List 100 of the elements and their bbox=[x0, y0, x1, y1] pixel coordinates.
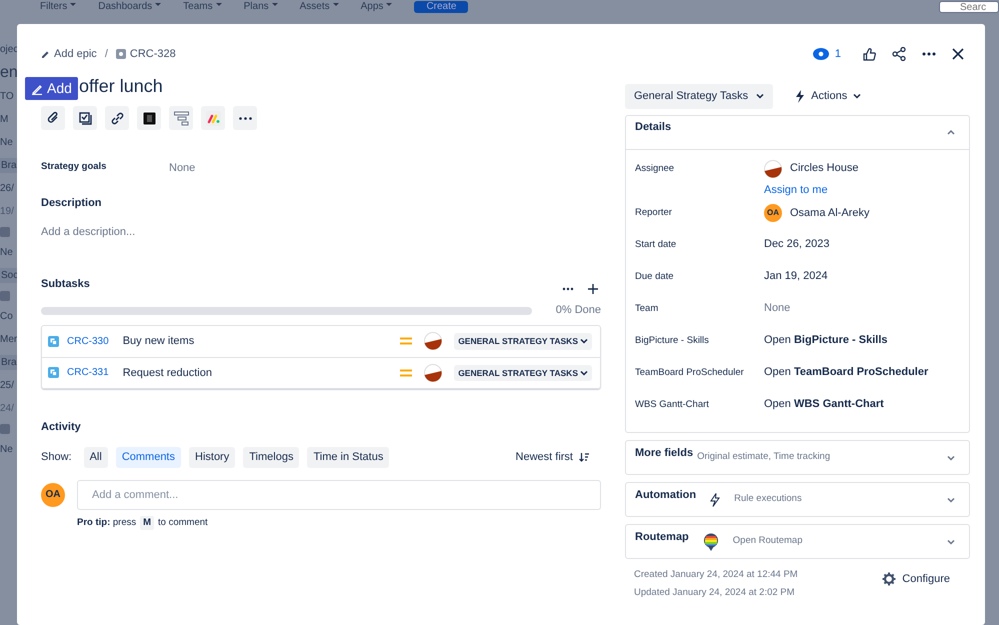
panel-hint: Original estimate, Time tracking bbox=[697, 450, 830, 464]
panel-hint: Open Routemap bbox=[732, 534, 802, 548]
activity-filter-tab[interactable]: All bbox=[84, 447, 108, 468]
keyboard-key: M bbox=[140, 516, 154, 530]
progress-text: 0% Done bbox=[556, 303, 601, 318]
background-text: Bra bbox=[0, 355, 18, 370]
priority-medium-icon bbox=[400, 368, 412, 378]
section-heading: Subtasks bbox=[41, 278, 90, 292]
subtask-key-link[interactable]: CRC-331 bbox=[67, 365, 109, 380]
background-text: TO bbox=[0, 90, 15, 104]
subtask-summary[interactable]: Buy new items bbox=[122, 333, 194, 350]
user-name[interactable]: Circles House bbox=[790, 160, 858, 177]
sort-button[interactable]: Newest first bbox=[510, 448, 595, 467]
pro-tip-text: Pro tip: press bbox=[77, 516, 136, 530]
issue-type-icon bbox=[116, 49, 126, 59]
more-button[interactable] bbox=[233, 106, 257, 130]
activity-filter-tab[interactable]: History bbox=[189, 447, 236, 468]
details-header[interactable]: Details bbox=[626, 116, 969, 148]
field-label: BigPicture - Skills bbox=[635, 334, 710, 348]
plus-icon bbox=[588, 284, 598, 294]
description-placeholder[interactable]: Add a description... bbox=[41, 224, 601, 240]
lightning-icon bbox=[795, 90, 806, 103]
panel-heading: Routemap bbox=[635, 530, 689, 544]
avatar-icon bbox=[764, 160, 782, 178]
subtask-summary[interactable]: Request reduction bbox=[122, 364, 212, 382]
link-button[interactable] bbox=[105, 106, 129, 130]
panel-heading: Details bbox=[635, 121, 672, 135]
status-dropdown[interactable]: GENERAL STRATEGY TASKS bbox=[454, 364, 592, 382]
add-epic-link[interactable]: Add epic bbox=[41, 46, 97, 62]
caret-icon bbox=[70, 2, 76, 8]
issue-icon bbox=[0, 227, 10, 237]
hierarchy-button[interactable] bbox=[169, 106, 193, 130]
pencil-icon bbox=[31, 82, 43, 94]
activity-filter-tab[interactable]: Timelogs bbox=[243, 447, 300, 468]
attachment-button[interactable] bbox=[41, 106, 65, 130]
caret-icon bbox=[332, 2, 339, 8]
issue-key-link[interactable]: CRC-328 bbox=[116, 46, 176, 62]
user-avatar: OA bbox=[764, 204, 782, 222]
field-value[interactable]: None bbox=[764, 302, 790, 314]
field-label: Due date bbox=[635, 270, 675, 284]
chevron-down-icon bbox=[853, 92, 862, 100]
status-dropdown[interactable]: General Strategy Tasks bbox=[625, 84, 774, 108]
watch-button[interactable]: 1 bbox=[806, 44, 847, 64]
pro-tip-text: to comment bbox=[158, 516, 208, 530]
create-button[interactable]: Create bbox=[414, 1, 468, 13]
user-avatar: OA bbox=[41, 482, 65, 507]
nav-menu-item[interactable]: Apps bbox=[360, 2, 392, 12]
background-text: Co bbox=[0, 310, 14, 324]
configure-button[interactable]: Configure bbox=[876, 570, 956, 588]
subtask-key-link[interactable]: CRC-330 bbox=[67, 334, 109, 349]
caret-icon bbox=[272, 2, 278, 8]
subtask-icon bbox=[48, 336, 59, 347]
avatar-icon bbox=[424, 364, 442, 382]
app-icon bbox=[142, 110, 156, 126]
add-button[interactable]: Add bbox=[25, 77, 78, 100]
checklist-button[interactable] bbox=[73, 106, 97, 130]
activity-filter-tab[interactable]: Comments bbox=[116, 447, 181, 468]
comment-field[interactable]: Add a comment... bbox=[77, 480, 601, 510]
assign-to-me-link[interactable]: Assign to me bbox=[764, 182, 828, 198]
field-value[interactable]: Dec 26, 2023 bbox=[764, 238, 830, 250]
background-text: Mer bbox=[0, 333, 18, 347]
panel-heading: Automation bbox=[635, 488, 696, 502]
collapsible-panel-header[interactable]: Automation Rule executions bbox=[626, 483, 969, 516]
panel-hint: Rule executions bbox=[734, 492, 802, 506]
field-label: Assignee bbox=[635, 162, 676, 176]
collapsible-panel-header[interactable]: Routemap Open Routemap bbox=[626, 525, 969, 558]
status-dropdown[interactable]: GENERAL STRATEGY TASKS bbox=[454, 333, 592, 350]
search-field[interactable]: Searc bbox=[939, 1, 999, 13]
user-name[interactable]: Osama Al-Areky bbox=[790, 204, 870, 222]
panel-heading: More fields bbox=[635, 446, 694, 460]
monday-logo-icon bbox=[206, 110, 220, 126]
background-text: 19/ bbox=[0, 205, 15, 219]
app-link[interactable]: Open BigPicture - Skills bbox=[764, 334, 888, 346]
issue-icon bbox=[0, 424, 10, 434]
chevron-down-icon bbox=[580, 368, 588, 377]
field-value[interactable]: Jan 19, 2024 bbox=[764, 270, 828, 282]
created-timestamp: Created January 24, 2024 at 12:44 PM bbox=[634, 568, 798, 582]
app-link[interactable]: Open WBS Gantt-Chart bbox=[764, 398, 884, 410]
actions-dropdown[interactable]: Actions bbox=[789, 84, 868, 108]
app-link[interactable]: Open TeamBoard ProScheduler bbox=[764, 366, 928, 378]
collapsible-panel-header[interactable]: More fields Original estimate, Time tracking bbox=[626, 441, 969, 474]
show-label: Show: bbox=[41, 450, 72, 466]
gear-icon bbox=[882, 572, 896, 586]
monday-logo-button[interactable] bbox=[201, 106, 225, 130]
background-text: Ne bbox=[0, 443, 14, 457]
activity-filter-tab[interactable]: Time in Status bbox=[307, 447, 390, 468]
field-label: TeamBoard ProScheduler bbox=[635, 366, 745, 380]
app-button[interactable] bbox=[137, 106, 161, 130]
background-text: 24/ bbox=[0, 402, 15, 416]
link-icon bbox=[110, 110, 124, 126]
field-value[interactable]: None bbox=[169, 160, 196, 176]
field-label: Team bbox=[635, 302, 660, 316]
breadcrumb-separator: / bbox=[104, 46, 108, 62]
priority-medium-icon bbox=[400, 336, 412, 346]
section-heading: Description bbox=[41, 196, 103, 210]
background-text: Ne bbox=[0, 136, 14, 150]
checklist-icon bbox=[78, 110, 92, 126]
caret-icon bbox=[386, 2, 392, 8]
issue-title[interactable]: offer lunch bbox=[79, 74, 601, 98]
background-text: 26/ bbox=[0, 182, 15, 196]
